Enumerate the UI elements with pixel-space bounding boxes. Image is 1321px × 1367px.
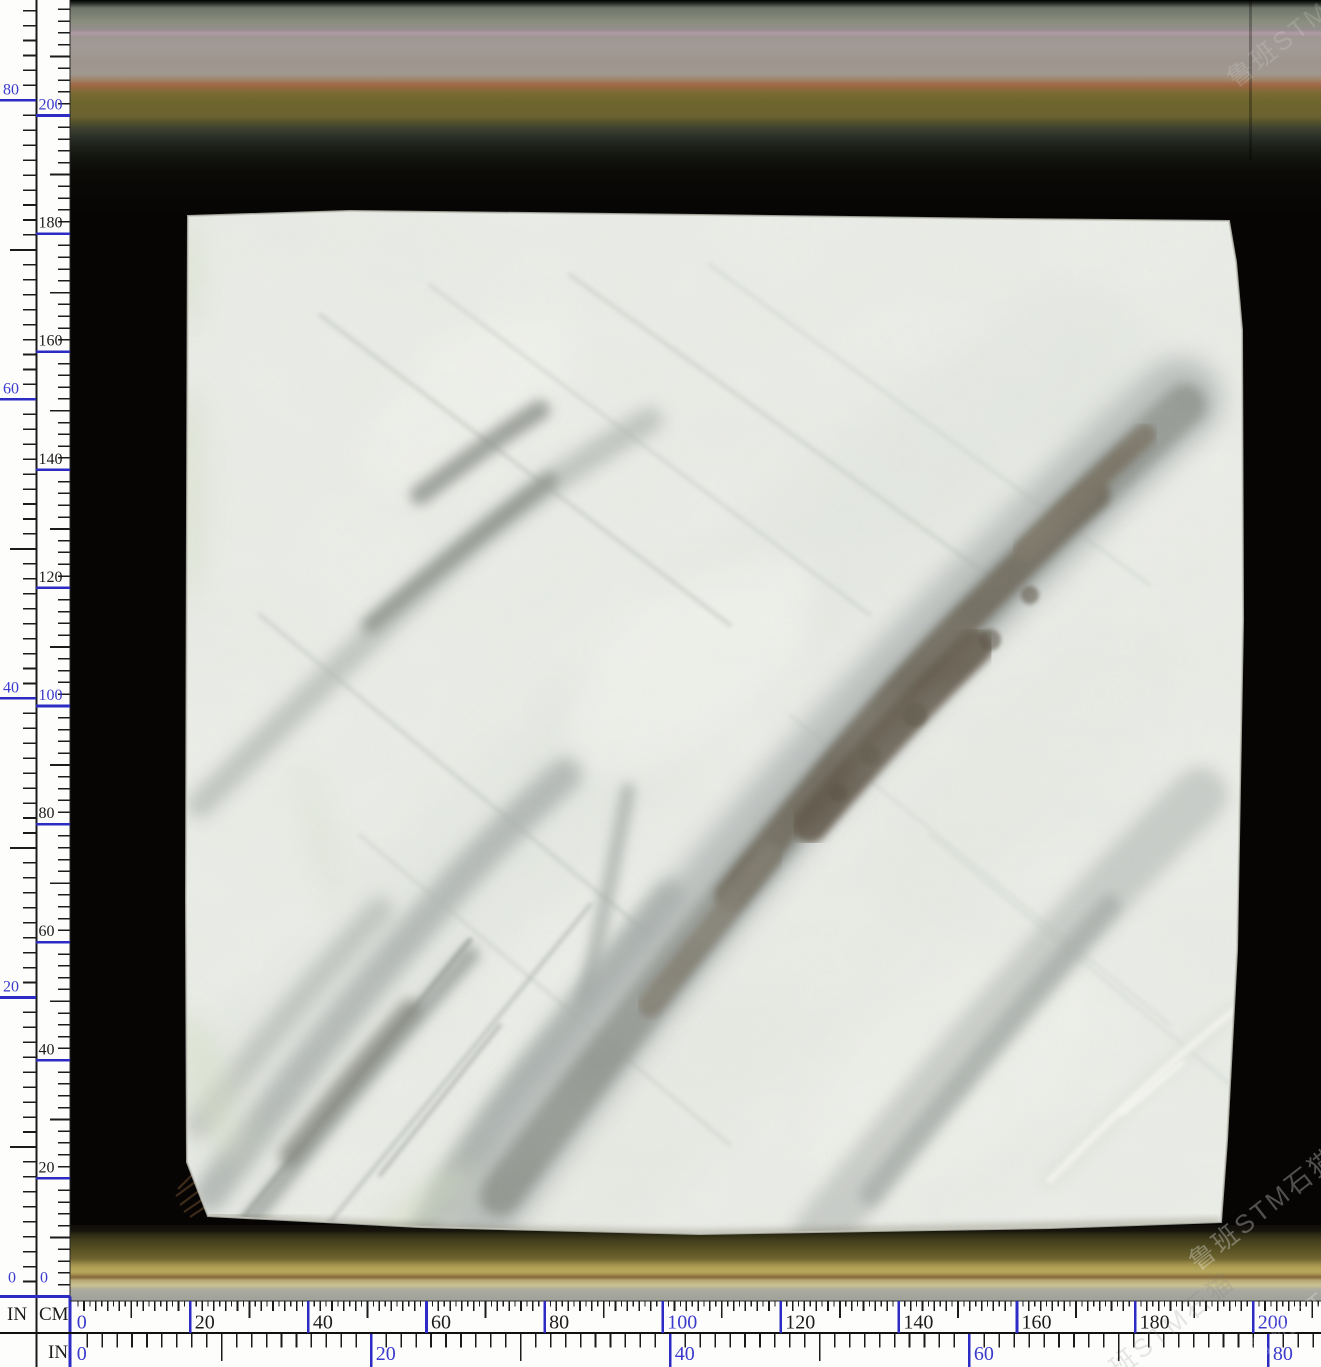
svg-text:60: 60 — [431, 1312, 451, 1334]
svg-text:40: 40 — [39, 1041, 55, 1058]
svg-text:160: 160 — [1022, 1312, 1052, 1334]
svg-text:160: 160 — [39, 333, 63, 350]
svg-text:60: 60 — [3, 380, 19, 397]
svg-text:CM: CM — [39, 1304, 69, 1325]
svg-text:40: 40 — [3, 679, 19, 696]
svg-text:20: 20 — [195, 1312, 215, 1334]
slab-scan-page: 0204060800204060801001201401601802000204… — [0, 0, 1321, 1367]
rulers-overlay: 0204060800204060801001201401601802000204… — [0, 0, 1321, 1367]
svg-text:20: 20 — [3, 978, 19, 995]
svg-text:120: 120 — [785, 1312, 815, 1334]
svg-text:40: 40 — [675, 1343, 695, 1365]
svg-text:140: 140 — [39, 451, 63, 468]
svg-text:100: 100 — [39, 687, 63, 704]
svg-text:0: 0 — [8, 1270, 16, 1287]
svg-text:120: 120 — [39, 569, 63, 586]
svg-text:180: 180 — [1140, 1312, 1170, 1334]
svg-text:80: 80 — [549, 1312, 569, 1334]
svg-text:40: 40 — [313, 1312, 333, 1334]
svg-text:0: 0 — [77, 1312, 87, 1334]
svg-text:0: 0 — [77, 1343, 87, 1365]
svg-text:IN: IN — [7, 1304, 27, 1325]
svg-text:200: 200 — [39, 97, 63, 114]
svg-text:140: 140 — [903, 1312, 933, 1334]
svg-text:80: 80 — [39, 805, 55, 822]
svg-text:IN: IN — [48, 1342, 68, 1363]
svg-text:100: 100 — [667, 1312, 697, 1334]
svg-text:20: 20 — [39, 1159, 55, 1176]
ruler-backgrounds — [0, 0, 1321, 1367]
svg-text:60: 60 — [974, 1343, 994, 1365]
svg-text:80: 80 — [1273, 1343, 1293, 1365]
svg-text:180: 180 — [39, 215, 63, 232]
svg-text:0: 0 — [40, 1270, 48, 1287]
ruler-frame-lines — [0, 0, 1321, 1367]
svg-text:60: 60 — [39, 923, 55, 940]
svg-text:80: 80 — [3, 81, 19, 98]
svg-text:200: 200 — [1258, 1312, 1288, 1334]
svg-text:20: 20 — [376, 1343, 396, 1365]
